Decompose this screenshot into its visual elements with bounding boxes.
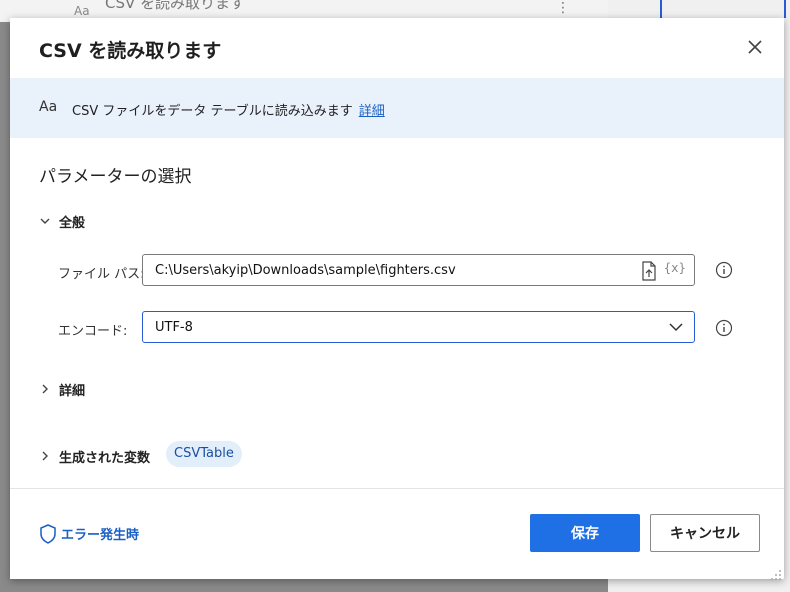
resize-grip-icon[interactable] (770, 566, 782, 585)
vertical-dots-icon: ⋮ (556, 0, 570, 16)
parameters-section-title: パラメーターの選択 (39, 167, 192, 187)
variables-group-label: 生成された変数 (59, 451, 151, 466)
advanced-group-label: 詳細 (59, 384, 86, 399)
chevron-down-icon (39, 215, 53, 231)
close-icon[interactable] (744, 37, 766, 59)
encoding-label: エンコード: (58, 324, 128, 339)
file-path-input[interactable]: C:\Users\akyip\Downloads\sample\fighters… (142, 254, 695, 286)
info-banner: Aa CSV ファイルをデータ テーブルに読み込みます 詳細 (10, 78, 784, 138)
encoding-value: UTF-8 (155, 320, 193, 335)
on-error-link[interactable]: エラー発生時 (39, 524, 139, 544)
encoding-info-icon[interactable] (715, 319, 733, 337)
cancel-button[interactable]: キャンセル (650, 514, 760, 552)
action-description: CSV ファイルをデータ テーブルに読み込みます 詳細 (72, 100, 385, 119)
shield-icon (40, 524, 56, 544)
chevron-right-icon (39, 383, 53, 399)
chevron-down-icon (668, 319, 684, 335)
encoding-select[interactable]: UTF-8 (142, 311, 695, 343)
background-action-title: CSV を読み取ります (105, 0, 246, 12)
advanced-group-toggle[interactable]: 詳細 (39, 380, 85, 399)
file-path-value: C:\Users\akyip\Downloads\sample\fighters… (155, 263, 456, 278)
details-link[interactable]: 詳細 (359, 104, 385, 119)
general-group-label: 全般 (59, 216, 86, 231)
file-path-info-icon[interactable] (715, 261, 733, 279)
general-group-toggle[interactable]: 全般 (39, 212, 85, 231)
chevron-right-icon (39, 450, 53, 466)
read-csv-dialog: CSV を読み取ります Aa CSV ファイルをデータ テーブルに読み込みます詳… (10, 18, 784, 580)
file-browse-icon[interactable] (640, 261, 658, 285)
variables-group-toggle[interactable]: 生成された変数 (39, 447, 150, 466)
background-aa-icon: Aa (74, 4, 90, 18)
description-text: CSV ファイルをデータ テーブルに読み込みます (72, 104, 353, 119)
footer-divider (10, 488, 784, 489)
file-path-label: ファイル パス: (58, 267, 145, 282)
save-button[interactable]: 保存 (530, 514, 640, 552)
on-error-label: エラー発生時 (61, 528, 140, 543)
dialog-title: CSV を読み取ります (39, 40, 222, 62)
background-accent-bar (784, 0, 786, 18)
text-aa-icon: Aa (39, 99, 58, 115)
variable-icon[interactable]: {x} (664, 261, 686, 275)
background-accent-bar (660, 0, 662, 18)
variable-badge[interactable]: CSVTable (166, 441, 242, 467)
